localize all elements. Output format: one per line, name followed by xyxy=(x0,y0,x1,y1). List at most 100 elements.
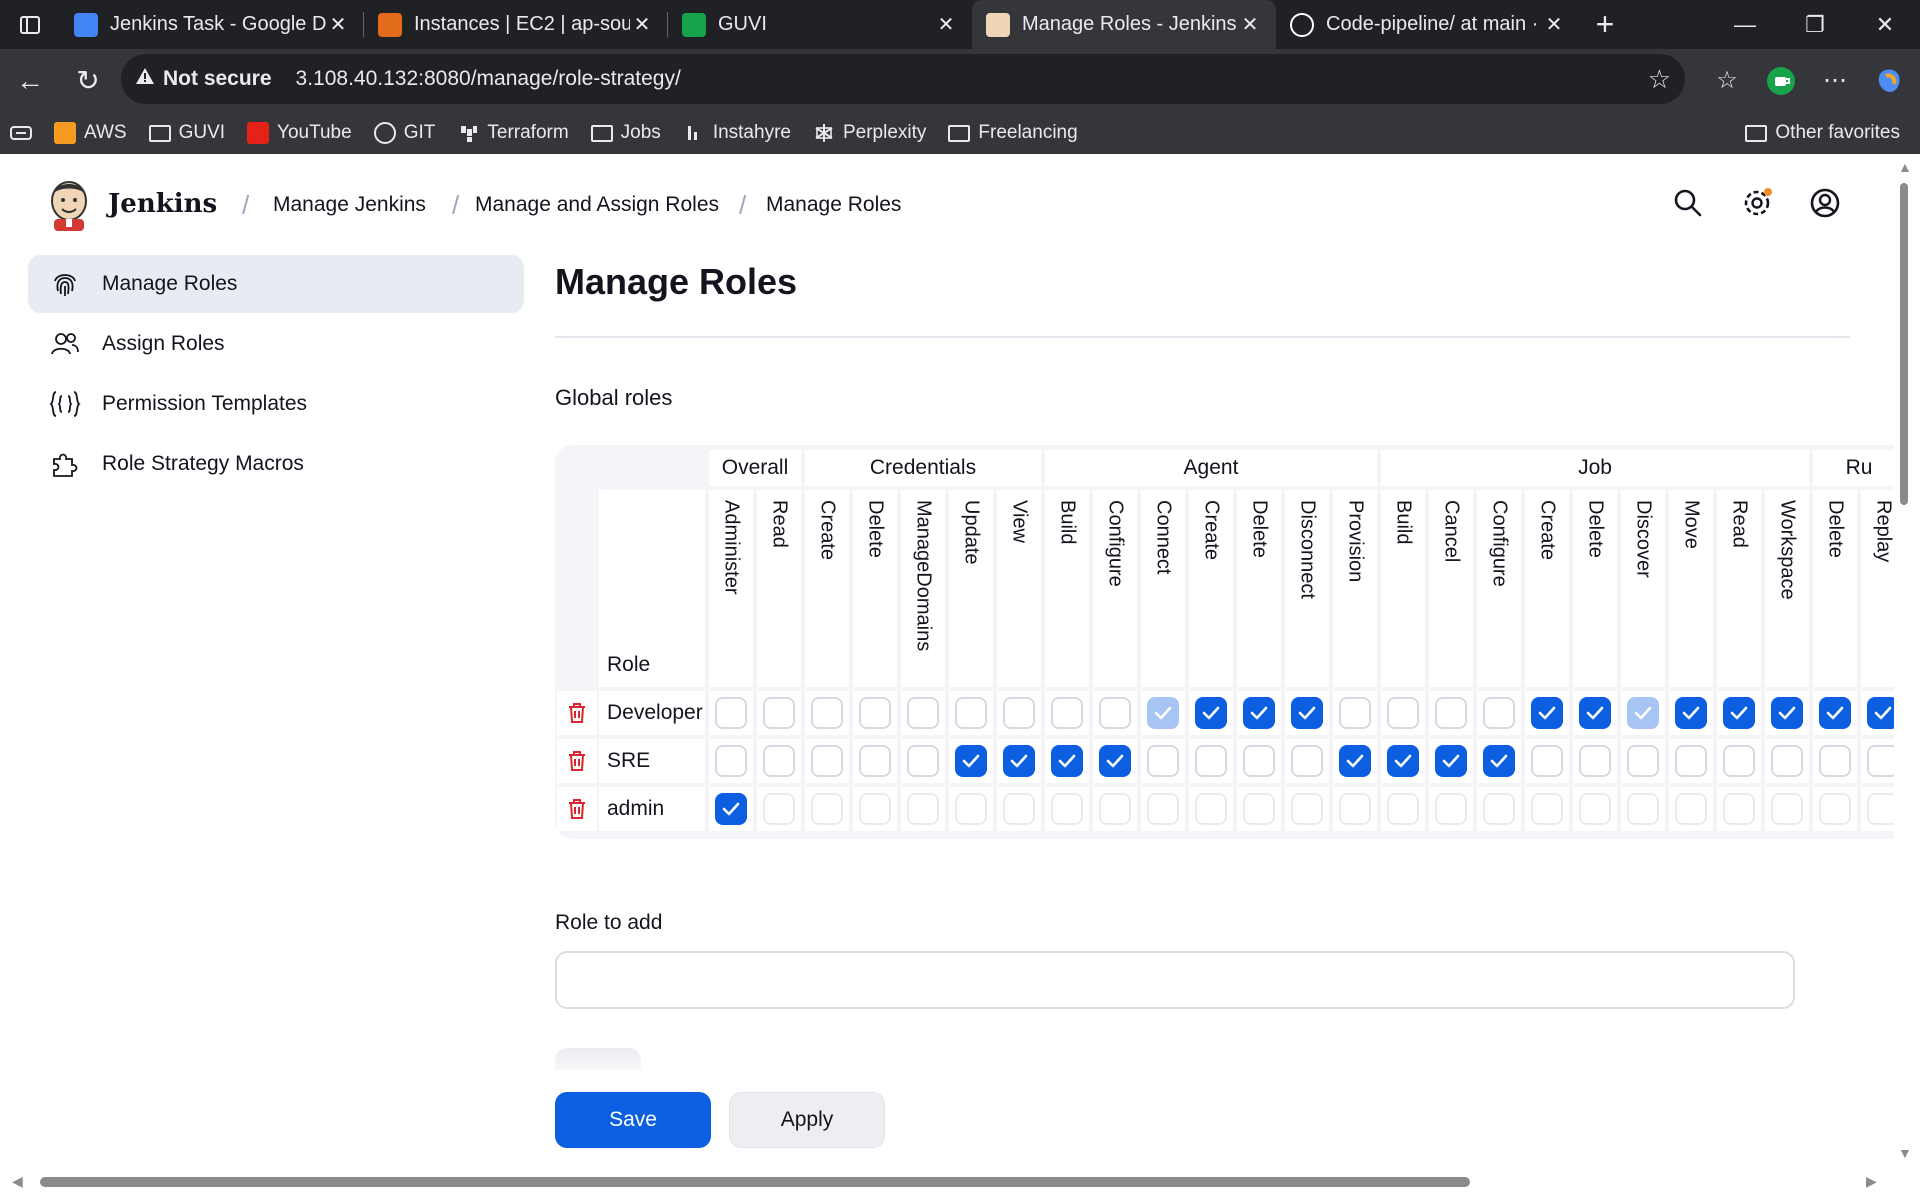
permission-checkbox[interactable] xyxy=(907,745,939,777)
permission-checkbox[interactable] xyxy=(1867,745,1894,777)
role-to-add-input[interactable] xyxy=(555,951,1795,1009)
horizontal-scrollbar[interactable]: ◀ ▶ xyxy=(0,1168,1920,1194)
permission-checkbox[interactable] xyxy=(1819,745,1851,777)
permission-checkbox[interactable] xyxy=(715,793,747,825)
permission-checkbox[interactable] xyxy=(1483,697,1515,729)
user-account-icon[interactable] xyxy=(1809,187,1841,219)
sidebar-item-role-strategy-macros[interactable]: Role Strategy Macros xyxy=(28,435,524,493)
back-icon[interactable]: ← xyxy=(4,55,56,107)
delete-role-icon[interactable] xyxy=(557,691,597,735)
more-menu-icon[interactable]: ⋯ xyxy=(1808,66,1862,95)
delete-role-icon[interactable] xyxy=(557,739,597,783)
permission-checkbox[interactable] xyxy=(1243,697,1275,729)
bookmark-item[interactable]: Freelancing xyxy=(948,122,1078,144)
permission-checkbox[interactable] xyxy=(715,697,747,729)
profile-avatar-icon[interactable] xyxy=(1754,66,1808,96)
url-text[interactable]: 3.108.40.132:8080/manage/role-strategy/ xyxy=(296,67,681,91)
permission-checkbox[interactable] xyxy=(1771,745,1803,777)
permission-checkbox[interactable] xyxy=(955,745,987,777)
address-bar[interactable]: Not secure 3.108.40.132:8080/manage/role… xyxy=(121,54,1685,104)
permission-checkbox[interactable] xyxy=(1195,697,1227,729)
permission-checkbox[interactable] xyxy=(1099,745,1131,777)
security-label[interactable]: Not secure xyxy=(163,67,272,91)
favorites-icon[interactable]: ☆ xyxy=(1700,66,1754,95)
sidebar-item-assign-roles[interactable]: Assign Roles xyxy=(28,315,524,373)
permission-checkbox[interactable] xyxy=(1531,745,1563,777)
permission-checkbox[interactable] xyxy=(811,697,843,729)
permission-checkbox[interactable] xyxy=(1003,697,1035,729)
new-tab-button[interactable]: + xyxy=(1580,0,1630,49)
tab-close-icon[interactable]: ✕ xyxy=(326,12,350,37)
permission-checkbox[interactable] xyxy=(715,745,747,777)
permission-checkbox[interactable] xyxy=(1387,745,1419,777)
bookmark-item[interactable]: Terraform xyxy=(457,122,569,144)
browser-tab[interactable]: Instances | EC2 | ap-south-1✕ xyxy=(364,0,668,49)
permission-checkbox[interactable] xyxy=(1819,697,1851,729)
tab-close-icon[interactable]: ✕ xyxy=(934,12,958,37)
permission-checkbox[interactable] xyxy=(1195,745,1227,777)
breadcrumb-manage-roles[interactable]: Manage Roles xyxy=(766,193,901,217)
bookmark-item[interactable]: Perplexity xyxy=(813,122,926,144)
bookmark-item[interactable]: Instahyre xyxy=(683,122,791,144)
horizontal-scroll-thumb[interactable] xyxy=(40,1177,1470,1187)
reading-list-icon[interactable] xyxy=(10,124,32,142)
tab-close-icon[interactable]: ✕ xyxy=(630,12,654,37)
permission-checkbox[interactable] xyxy=(907,697,939,729)
reload-icon[interactable]: ↻ xyxy=(62,55,114,107)
permission-checkbox[interactable] xyxy=(1291,745,1323,777)
browser-tab[interactable]: Code-pipeline/ at main · Ja ✕ xyxy=(1276,0,1580,49)
delete-role-icon[interactable] xyxy=(557,787,597,831)
permission-checkbox[interactable] xyxy=(1339,697,1371,729)
bookmark-item[interactable]: GIT xyxy=(373,122,435,144)
permission-checkbox[interactable] xyxy=(1723,697,1755,729)
scroll-down-icon[interactable]: ▼ xyxy=(1898,1145,1912,1161)
permission-checkbox[interactable] xyxy=(1099,697,1131,729)
permission-checkbox[interactable] xyxy=(1627,745,1659,777)
close-window-icon[interactable]: ✕ xyxy=(1850,0,1920,49)
search-icon[interactable] xyxy=(1672,187,1704,219)
browser-tab[interactable]: Manage Roles - Jenkins ✕ xyxy=(972,0,1276,49)
permission-checkbox[interactable] xyxy=(1291,697,1323,729)
breadcrumb-manage-jenkins[interactable]: Manage Jenkins xyxy=(273,193,426,217)
permission-checkbox[interactable] xyxy=(1627,697,1659,729)
tab-close-icon[interactable]: ✕ xyxy=(1542,12,1566,37)
apply-button[interactable]: Apply xyxy=(729,1092,885,1148)
jenkins-logo[interactable] xyxy=(46,179,92,231)
browser-tab[interactable]: Jenkins Task - Google Docs✕ xyxy=(60,0,364,49)
browser-tab[interactable]: GUVI ✕ xyxy=(668,0,972,49)
other-favorites[interactable]: Other favorites xyxy=(1745,122,1900,144)
bookmark-item[interactable]: GUVI xyxy=(148,122,225,144)
tab-close-icon[interactable]: ✕ xyxy=(1238,12,1262,37)
bookmark-item[interactable]: YouTube xyxy=(247,122,352,144)
permission-checkbox[interactable] xyxy=(1147,697,1179,729)
vertical-scrollbar[interactable]: ▲ ▼ xyxy=(1894,155,1914,1168)
favorite-star-icon[interactable]: ☆ xyxy=(1648,64,1671,95)
permission-checkbox[interactable] xyxy=(1387,697,1419,729)
permission-checkbox[interactable] xyxy=(859,745,891,777)
sidebar-item-permission-templates[interactable]: Permission Templates xyxy=(28,375,524,433)
permission-checkbox[interactable] xyxy=(1243,745,1275,777)
scroll-left-icon[interactable]: ◀ xyxy=(12,1173,23,1190)
permission-checkbox[interactable] xyxy=(1483,745,1515,777)
bookmark-item[interactable]: Jobs xyxy=(590,122,661,144)
permission-checkbox[interactable] xyxy=(1675,697,1707,729)
tab-actions-icon[interactable] xyxy=(0,0,60,49)
permission-checkbox[interactable] xyxy=(1003,745,1035,777)
permission-checkbox[interactable] xyxy=(1435,745,1467,777)
permission-checkbox[interactable] xyxy=(1867,697,1894,729)
settings-gear-icon[interactable] xyxy=(1741,187,1773,219)
bookmark-item[interactable]: AWS xyxy=(54,122,127,144)
permission-checkbox[interactable] xyxy=(859,697,891,729)
restore-icon[interactable]: ❐ xyxy=(1780,0,1850,49)
sidebar-item-manage-roles[interactable]: Manage Roles xyxy=(28,255,524,313)
permission-checkbox[interactable] xyxy=(811,745,843,777)
permission-checkbox[interactable] xyxy=(955,697,987,729)
scroll-up-icon[interactable]: ▲ xyxy=(1898,159,1912,175)
jenkins-brand[interactable]: Jenkins xyxy=(108,189,217,219)
save-button[interactable]: Save xyxy=(555,1092,711,1148)
breadcrumb-manage-assign-roles[interactable]: Manage and Assign Roles xyxy=(475,193,719,217)
permission-checkbox[interactable] xyxy=(1579,745,1611,777)
copilot-icon[interactable] xyxy=(1862,66,1916,96)
permission-checkbox[interactable] xyxy=(1579,697,1611,729)
permission-checkbox[interactable] xyxy=(1531,697,1563,729)
